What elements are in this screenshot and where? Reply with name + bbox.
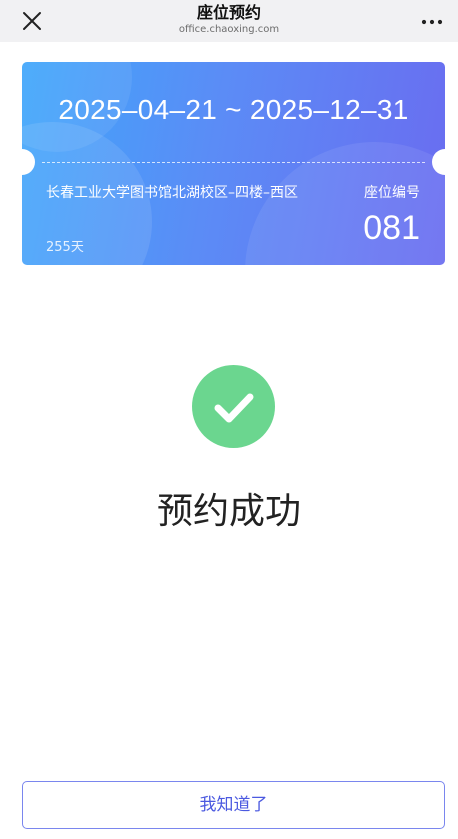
success-message: 预约成功 <box>156 491 301 532</box>
reservation-date-range: 2025–04–21 ~ 2025–12–31 <box>58 94 409 125</box>
seat-number-value: 081 <box>363 209 420 247</box>
nav-title-group: 座位预约 office.chaoxing.com <box>0 3 458 36</box>
seat-number-label: 座位编号 <box>364 185 420 201</box>
page: 座位预约 office.chaoxing.com 2025–04–21 ~ 20… <box>0 0 458 839</box>
reservation-location: 长春工业大学图书馆北湖校区–四楼–西区 <box>46 185 298 201</box>
page-domain: office.chaoxing.com <box>178 24 280 35</box>
ticket-dashed-divider <box>42 162 425 163</box>
reservation-duration: 255天 <box>46 240 84 255</box>
page-title: 座位预约 <box>196 3 261 22</box>
top-nav-bar: 座位预约 office.chaoxing.com <box>0 0 458 42</box>
acknowledge-button[interactable]: 我知道了 <box>22 781 445 829</box>
reservation-ticket: 2025–04–21 ~ 2025–12–31 长春工业大学图书馆北湖校区–四楼… <box>22 62 445 265</box>
more-icon[interactable] <box>420 10 444 32</box>
checkmark-icon <box>192 365 275 448</box>
